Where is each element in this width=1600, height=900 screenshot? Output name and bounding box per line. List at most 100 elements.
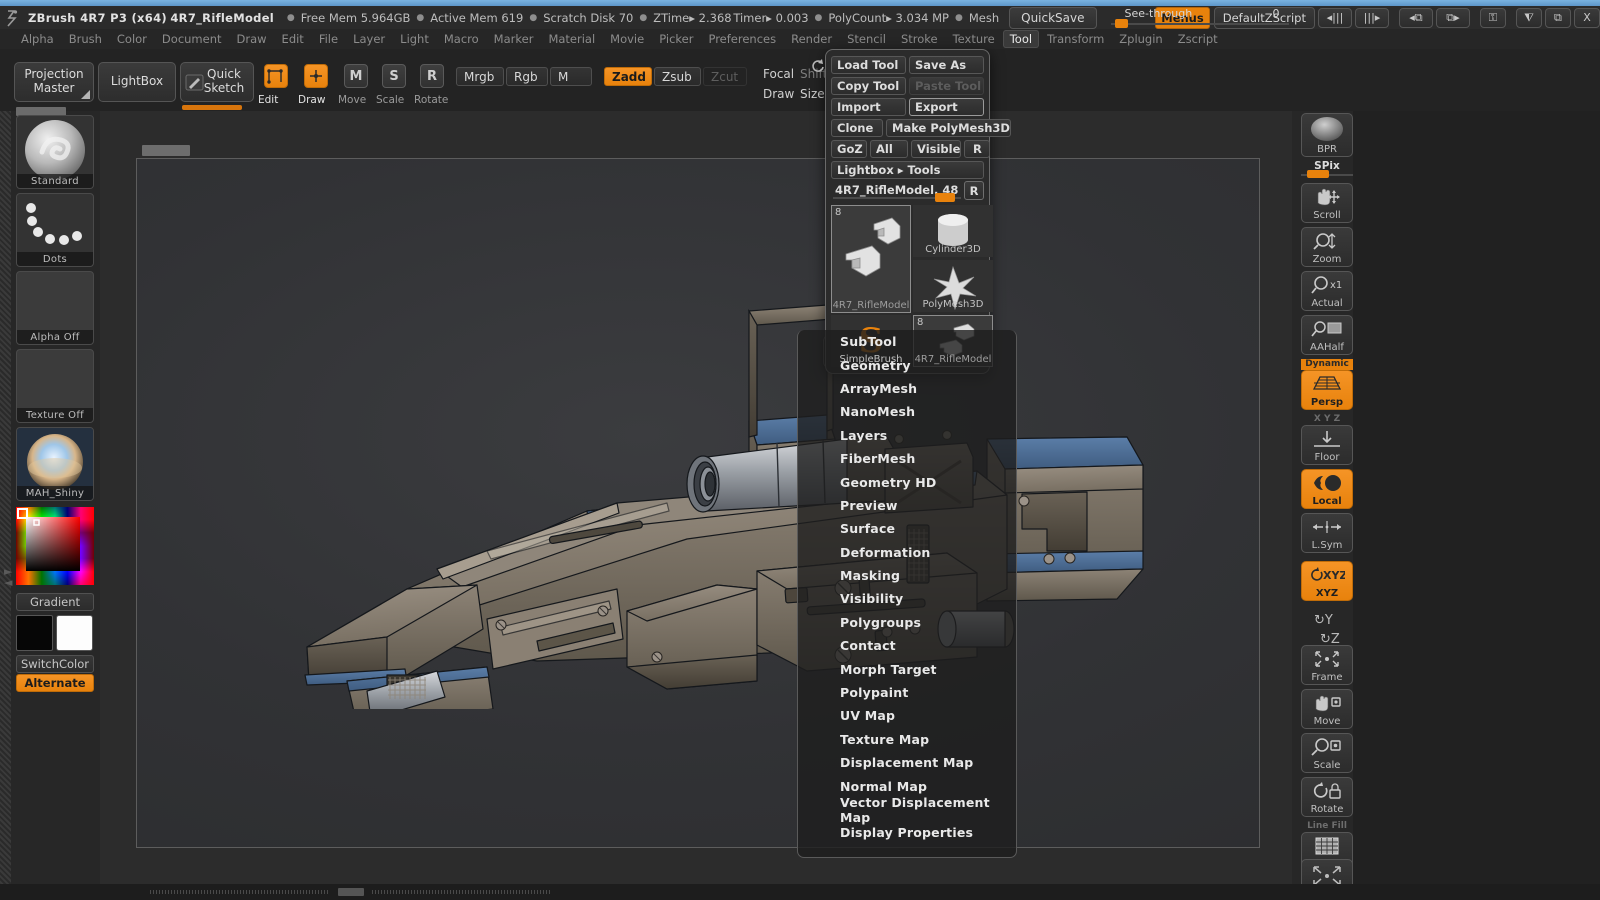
canvas-area[interactable]: Export Tool <box>100 111 1292 900</box>
export-button[interactable]: Export <box>909 98 984 116</box>
subpalette-item-preview[interactable]: Preview <box>798 494 1016 517</box>
menu-item-stroke[interactable]: Stroke <box>894 30 945 48</box>
menu-item-light[interactable]: Light <box>393 30 436 48</box>
load-tool-button[interactable]: Load Tool <box>831 56 906 74</box>
right-shelf-local-button[interactable]: Local <box>1301 469 1353 509</box>
quicksave-button[interactable]: QuickSave <box>1009 6 1097 29</box>
right-shelf-frame-button[interactable]: Frame <box>1301 645 1353 685</box>
mrgb-button[interactable]: Mrgb <box>456 67 504 86</box>
rgb-button[interactable]: Rgb <box>506 67 548 86</box>
right-shelf-move-button[interactable]: Move <box>1301 689 1353 729</box>
zscript-button[interactable]: DefaultZScript <box>1213 6 1315 29</box>
projection-master-button[interactable]: Projection Master <box>14 62 94 102</box>
scale-mode-button[interactable]: S Scale <box>376 62 412 106</box>
switch-color-button[interactable]: SwitchColor <box>16 655 94 673</box>
zcut-button[interactable]: Zcut <box>703 67 747 86</box>
close-button[interactable]: X <box>1573 7 1600 28</box>
copy-tool-button[interactable]: Copy Tool <box>831 77 906 95</box>
tool-thumb-cylinder[interactable]: Cylinder3D <box>913 205 993 257</box>
subpalette-item-polypaint[interactable]: Polypaint <box>798 681 1016 704</box>
subpalette-item-texture-map[interactable]: Texture Map <box>798 728 1016 751</box>
right-shelf-xyz-button[interactable]: XYZ XYZ <box>1301 561 1353 601</box>
menu-item-marker[interactable]: Marker <box>487 30 541 48</box>
tool-item-r-button[interactable]: R <box>964 181 984 200</box>
restore-button[interactable]: ⧉ <box>1544 7 1571 28</box>
draw-size-label[interactable]: Draw <box>763 87 794 101</box>
right-shelf-rotate-button[interactable]: Rotate <box>1301 777 1353 817</box>
menu-item-color[interactable]: Color <box>110 30 154 48</box>
subpalette-item-fibermesh[interactable]: FiberMesh <box>798 447 1016 470</box>
tool-item-slider[interactable]: 4R7_RifleModel. 48 R <box>831 181 984 202</box>
current-alpha-swatch[interactable]: Alpha Off <box>16 271 94 345</box>
size-label[interactable]: Size <box>800 87 825 101</box>
right-shelf-lsym-button[interactable]: L.Sym <box>1301 513 1353 553</box>
left-shelf-grip[interactable] <box>0 111 11 900</box>
menu-item-zscript[interactable]: Zscript <box>1171 30 1225 48</box>
subpalette-item-vector-displacement-map[interactable]: Vector Displacement Map <box>798 795 1016 825</box>
canvas-tab-handle[interactable] <box>142 145 190 156</box>
rotate-mode-button[interactable]: R Rotate <box>414 62 450 106</box>
menu-item-alpha[interactable]: Alpha <box>14 30 61 48</box>
window-next-button[interactable]: ⧉▸ <box>1435 7 1470 28</box>
current-material-swatch[interactable]: MAH_Shiny <box>16 427 94 501</box>
subpalette-item-polygroups[interactable]: Polygroups <box>798 611 1016 634</box>
right-shelf-scale-button[interactable]: Scale <box>1301 733 1353 773</box>
color-picker[interactable] <box>16 507 94 585</box>
subpalette-item-surface[interactable]: Surface <box>798 517 1016 540</box>
edit-mode-button[interactable]: Edit <box>258 62 294 106</box>
menu-item-preferences[interactable]: Preferences <box>701 30 783 48</box>
tool-subpalette-list[interactable]: SubTool Geometry ArrayMesh NanoMesh Layers Fi… <box>797 330 1017 858</box>
document-canvas[interactable]: Export Tool <box>136 158 1260 848</box>
rifle-3d-model[interactable] <box>287 289 1167 709</box>
goz-r-button[interactable]: R <box>964 140 991 158</box>
spix-slider[interactable]: SPix <box>1301 160 1353 178</box>
right-shelf-aahalf-button[interactable]: AAHalf <box>1301 315 1353 355</box>
rotate-z-icon[interactable]: ↻Z <box>1320 632 1340 647</box>
subpalette-item-layers[interactable]: Layers <box>798 424 1016 447</box>
gradient-button[interactable]: Gradient <box>16 593 94 611</box>
all-button[interactable]: All <box>870 140 908 158</box>
right-shelf-floor-button[interactable]: Floor <box>1301 425 1353 465</box>
menu-item-movie[interactable]: Movie <box>603 30 651 48</box>
quick-sketch-button[interactable]: Quick Sketch <box>180 62 254 102</box>
spix-knob[interactable] <box>1307 170 1329 178</box>
subpalette-item-displacement-map[interactable]: Displacement Map <box>798 751 1016 774</box>
goz-button[interactable]: GoZ <box>831 140 867 158</box>
menu-item-macro[interactable]: Macro <box>437 30 486 48</box>
visible-button[interactable]: Visible <box>911 140 962 158</box>
bottom-scroll-thumb[interactable] <box>338 888 364 896</box>
right-shelf-actual-button[interactable]: x1 Actual <box>1301 271 1353 311</box>
zscript-prev-button[interactable]: ◂||| <box>1317 7 1352 28</box>
menu-item-file[interactable]: File <box>312 30 345 48</box>
menu-item-layer[interactable]: Layer <box>346 30 392 48</box>
subpalette-item-morph-target[interactable]: Morph Target <box>798 657 1016 680</box>
lock-icon[interactable]: ⚿ <box>1479 7 1506 28</box>
focal-label[interactable]: Focal <box>763 67 794 81</box>
current-texture-swatch[interactable]: Texture Off <box>16 349 94 423</box>
save-as-button[interactable]: Save As <box>909 56 984 74</box>
menu-item-edit[interactable]: Edit <box>275 30 311 48</box>
subpalette-item-deformation[interactable]: Deformation <box>798 541 1016 564</box>
menu-item-transform[interactable]: Transform <box>1040 30 1111 48</box>
menu-item-draw[interactable]: Draw <box>230 30 274 48</box>
current-brush-swatch[interactable]: Standard <box>16 115 94 189</box>
zsub-button[interactable]: Zsub <box>654 67 701 86</box>
menu-item-document[interactable]: Document <box>155 30 229 48</box>
right-shelf-scroll-button[interactable]: Scroll <box>1301 183 1353 223</box>
menu-item-render[interactable]: Render <box>784 30 839 48</box>
window-prev-button[interactable]: ◂⧉ <box>1398 7 1433 28</box>
menu-item-texture[interactable]: Texture <box>946 30 1002 48</box>
tool-thumb-rifle[interactable]: 8 4R7_RifleModel <box>831 205 911 313</box>
left-shelf-toggle-icon[interactable]: ► ◄ <box>4 566 12 588</box>
move-mode-button[interactable]: M Move <box>338 62 374 106</box>
subpalette-item-subtool[interactable]: SubTool <box>798 330 1016 353</box>
draw-mode-button[interactable]: Draw <box>298 62 334 106</box>
minimize-button[interactable]: ⧨ <box>1515 7 1542 28</box>
lightbox-button[interactable]: LightBox <box>98 62 176 102</box>
right-shelf-persp-button[interactable]: Persp <box>1301 370 1353 410</box>
lightbox-tools-button[interactable]: Lightbox ▸ Tools <box>831 161 984 179</box>
subpalette-item-nanomesh[interactable]: NanoMesh <box>798 400 1016 423</box>
menu-item-stencil[interactable]: Stencil <box>840 30 893 48</box>
alternate-button[interactable]: Alternate <box>16 674 94 692</box>
menu-item-picker[interactable]: Picker <box>652 30 700 48</box>
